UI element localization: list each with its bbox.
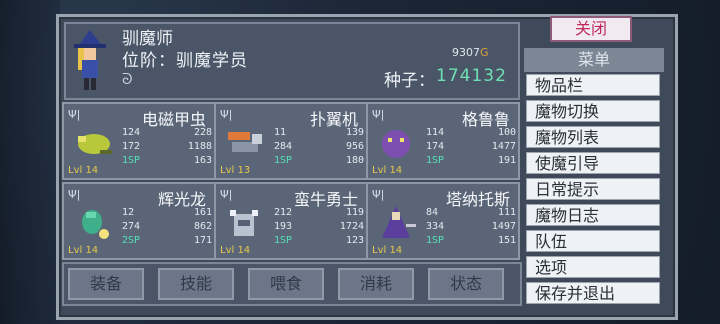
- skills-button[interactable]: 技能: [158, 268, 234, 300]
- consume-button[interactable]: 消耗: [338, 268, 414, 300]
- cave-decoration: [0, 0, 60, 324]
- monster-stats: 84 111 334 1497 1SP 151: [426, 207, 516, 246]
- monster-stats: 11 139 284 956 1SP 180: [274, 127, 364, 166]
- monster-card-3[interactable]: Ψ| 辉光龙 12 161 274 862 2SP 171 Lvl 14: [62, 182, 216, 260]
- ornithopter-sprite: [228, 132, 262, 152]
- beetle-sprite: [78, 134, 112, 154]
- minotaur-sprite: [230, 210, 258, 236]
- menu-item-monster-switch[interactable]: 魔物切换: [526, 100, 660, 122]
- menu-item-monster-journal[interactable]: 魔物日志: [526, 204, 660, 226]
- monster-level: Lvl 14: [372, 245, 403, 256]
- status-button[interactable]: 状态: [428, 268, 504, 300]
- monster-card-2[interactable]: Ψ| 格鲁鲁 114 100 174 1477 1SP 191 Lvl 14: [366, 102, 520, 180]
- pin-icon[interactable]: Ψ|: [220, 108, 232, 121]
- monster-card-5[interactable]: Ψ| 塔纳托斯 84 111 334 1497 1SP 151 Lvl 14: [366, 182, 520, 260]
- monster-stats: 212 119 193 1724 1SP 123: [274, 207, 364, 246]
- monster-card-0[interactable]: Ψ| 电磁甲虫 124 228 172 1188 1SP 163 Lvl 14: [62, 102, 216, 180]
- monster-stats: 114 100 174 1477 1SP 191: [426, 127, 516, 166]
- feed-button[interactable]: 喂食: [248, 268, 324, 300]
- tamer-rank: 位阶：驯魔学员: [122, 51, 248, 71]
- swirl-icon: ᘐ: [122, 70, 133, 88]
- menu-title: 菜单: [524, 48, 664, 72]
- menu-item-daily-tips[interactable]: 日常提示: [526, 178, 660, 200]
- monster-level: Lvl 14: [220, 245, 251, 256]
- seed-value: 174132: [436, 66, 507, 86]
- monster-level: Lvl 14: [68, 165, 99, 176]
- grulu-sprite: [382, 130, 410, 158]
- menu-item-options[interactable]: 选项: [526, 256, 660, 278]
- pin-icon[interactable]: Ψ|: [68, 188, 80, 201]
- menu-item-inventory[interactable]: 物品栏: [526, 74, 660, 96]
- pin-icon[interactable]: Ψ|: [372, 108, 384, 121]
- close-button[interactable]: 关闭: [550, 16, 632, 42]
- menu-item-party[interactable]: 队伍: [526, 230, 660, 252]
- seed-label: 种子：: [384, 71, 435, 91]
- menu-item-monster-list[interactable]: 魔物列表: [526, 126, 660, 148]
- monster-level: Lvl 13: [220, 165, 251, 176]
- pin-icon[interactable]: Ψ|: [68, 108, 80, 121]
- pin-icon[interactable]: Ψ|: [372, 188, 384, 201]
- monster-card-1[interactable]: Ψ| 扑翼机 11 139 284 956 1SP 180 Lvl 13: [214, 102, 368, 180]
- equip-button[interactable]: 装备: [68, 268, 144, 300]
- tamer-avatar: [74, 30, 106, 90]
- monster-level: Lvl 14: [372, 165, 403, 176]
- monster-stats: 124 228 172 1188 1SP 163: [122, 127, 212, 166]
- gold-amount: 9307G: [452, 46, 489, 59]
- glow-dragon-sprite: [82, 210, 109, 239]
- monster-level: Lvl 14: [68, 245, 99, 256]
- monster-stats: 12 161 274 862 2SP 171: [122, 207, 212, 246]
- menu-item-save-quit[interactable]: 保存并退出: [526, 282, 660, 304]
- thanatos-sprite: [382, 206, 416, 238]
- pin-icon[interactable]: Ψ|: [220, 188, 232, 201]
- menu-item-familiar-guide[interactable]: 使魔引导: [526, 152, 660, 174]
- monster-card-4[interactable]: Ψ| 蛮牛勇士 212 119 193 1724 1SP 123 Lvl 14: [214, 182, 368, 260]
- gold-icon: G: [480, 46, 489, 59]
